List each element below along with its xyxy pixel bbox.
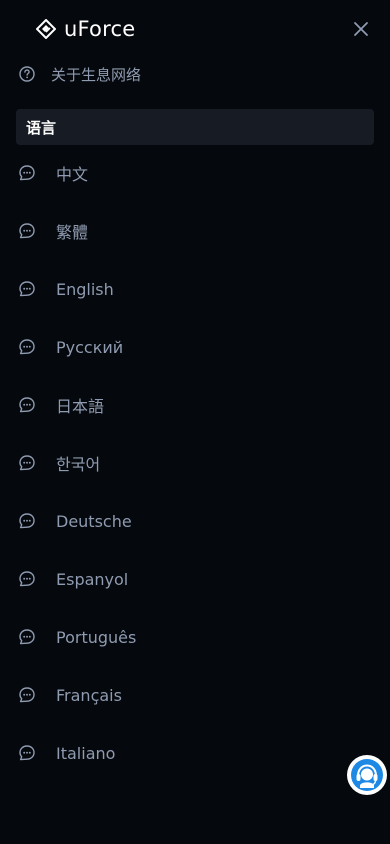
chat-bubble-icon — [19, 629, 35, 645]
about-link[interactable]: 关于生息网络 — [18, 62, 141, 86]
language-item-pt[interactable]: Português — [18, 623, 136, 651]
language-item-es[interactable]: Espanyol — [18, 565, 128, 593]
language-item-en[interactable]: English — [18, 275, 114, 303]
chat-bubble-icon — [19, 223, 35, 239]
close-icon[interactable] — [352, 20, 370, 38]
app-header: uForce — [0, 0, 390, 58]
chat-bubble-icon — [19, 397, 35, 413]
language-item-fr[interactable]: Français — [18, 681, 122, 709]
language-section-header: 语言 — [16, 109, 374, 145]
chat-bubble-icon — [19, 687, 35, 703]
language-label: Français — [56, 685, 122, 705]
language-item-zh[interactable]: 中文 — [18, 159, 88, 187]
language-label: English — [56, 279, 114, 299]
help-circle-icon — [19, 66, 35, 82]
brand-logo-icon — [36, 19, 56, 39]
language-item-it[interactable]: Italiano — [18, 739, 115, 767]
brand[interactable]: uForce — [36, 17, 135, 41]
language-label: 繁體 — [56, 223, 89, 242]
language-section-title: 语言 — [26, 118, 57, 137]
language-label: Deutsche — [56, 511, 132, 531]
language-label: Espanyol — [56, 569, 129, 589]
chat-bubble-icon — [19, 165, 35, 181]
chat-bubble-icon — [19, 281, 35, 297]
language-item-de[interactable]: Deutsche — [18, 507, 132, 535]
language-item-ja[interactable]: 日本語 — [18, 391, 104, 419]
customer-service-button[interactable] — [347, 755, 387, 795]
customer-service-icon — [351, 759, 383, 791]
brand-name: uForce — [64, 17, 136, 41]
chat-bubble-icon — [19, 339, 35, 355]
language-label: 中文 — [56, 165, 89, 184]
language-label: 日本語 — [56, 397, 105, 416]
language-label: 한국어 — [56, 455, 101, 474]
language-label: Italiano — [56, 743, 116, 763]
language-item-ru[interactable]: Русский — [18, 333, 123, 361]
about-label: 关于生息网络 — [51, 65, 142, 84]
language-item-zh-hant[interactable]: 繁體 — [18, 217, 88, 245]
chat-bubble-icon — [19, 513, 35, 529]
language-label: Русский — [56, 337, 124, 357]
chat-bubble-icon — [19, 745, 35, 761]
chat-bubble-icon — [19, 571, 35, 587]
language-label: Português — [56, 627, 137, 647]
chat-bubble-icon — [19, 455, 35, 471]
language-item-ko[interactable]: 한국어 — [18, 449, 100, 477]
